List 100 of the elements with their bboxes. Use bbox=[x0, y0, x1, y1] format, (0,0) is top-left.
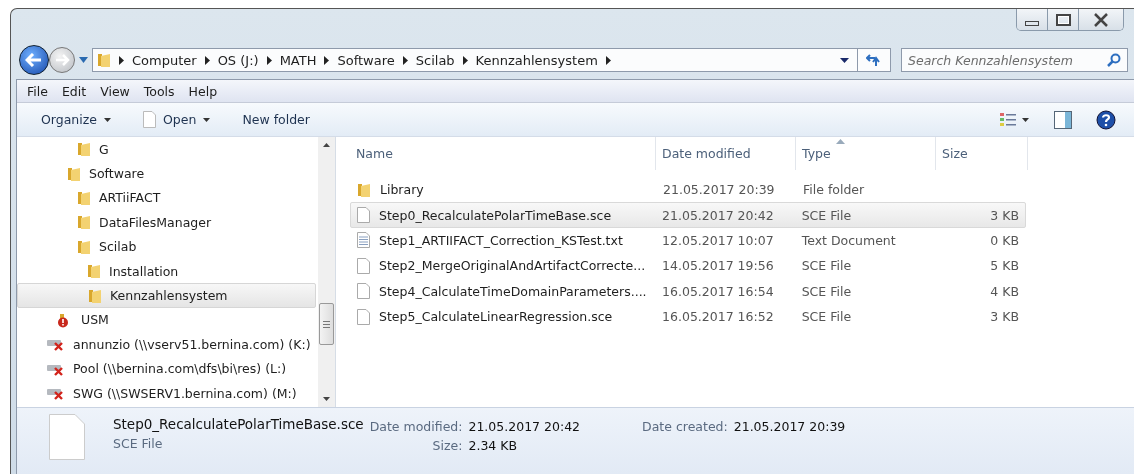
size-value: 2.34 KB bbox=[468, 438, 519, 453]
size-cell-text: 3 KB bbox=[989, 207, 1020, 223]
file-icon bbox=[357, 257, 370, 274]
tree-item[interactable]: Installation bbox=[17, 258, 316, 284]
file-row[interactable]: Step0_RecalculatePolarTimeBase.sce 21.05.2017 20:42 SCE File 3 KB bbox=[350, 202, 1026, 228]
folder-icon bbox=[97, 52, 111, 68]
date-cell-text: 21.05.2017 20:42 bbox=[661, 207, 775, 223]
new-folder-button[interactable]: New folder bbox=[232, 109, 320, 130]
tree-item[interactable]: Kennzahlensystem bbox=[17, 283, 316, 308]
folder-icon bbox=[77, 189, 91, 206]
file-name: Step1_ARTIIFACT_Correction_KSTest.txt bbox=[379, 232, 623, 248]
tree-item[interactable]: USM bbox=[17, 307, 316, 333]
file-type: SCE File bbox=[113, 436, 164, 451]
folder-icon bbox=[67, 165, 81, 182]
file-icon bbox=[357, 308, 370, 325]
date-created-value: 21.05.2017 20:39 bbox=[733, 419, 846, 434]
address-bar[interactable]: Computer OS (J:) MATH Software Scilab Kennzahlensystem bbox=[92, 48, 891, 72]
history-dropdown-icon[interactable] bbox=[79, 57, 88, 63]
tree-item[interactable]: Scilab bbox=[17, 234, 316, 259]
size-label: Size: bbox=[431, 438, 463, 453]
type-cell-text: SCE File bbox=[800, 283, 853, 299]
close-button[interactable] bbox=[1079, 9, 1123, 30]
file-row[interactable]: Step2_MergeOriginalAndArtifactCorrecte... 14.05.2017 19:56 SCE File 5 KB bbox=[350, 253, 1026, 279]
dropdown-icon[interactable] bbox=[840, 57, 849, 63]
file-icon bbox=[49, 414, 85, 460]
tree-item[interactable]: Pool (\\bernina.com\dfs\bi\res) (L:) bbox=[17, 356, 316, 381]
back-arrow-icon bbox=[25, 53, 43, 67]
file-row[interactable]: Step1_ARTIIFACT_Correction_KSTest.txt 12.05.2017 10:07 Text Document 0 KB bbox=[350, 227, 1026, 254]
date-cell-text: 16.05.2017 16:54 bbox=[661, 283, 775, 299]
date-cell-text: 12.05.2017 10:07 bbox=[661, 232, 775, 248]
date-modified-value: 21.05.2017 20:42 bbox=[468, 419, 581, 434]
breadcrumb-item[interactable]: Scilab bbox=[415, 52, 455, 68]
date-modified-label: Date modified: bbox=[369, 419, 463, 434]
tree-item[interactable]: G bbox=[17, 137, 316, 162]
column-header[interactable]: Size bbox=[936, 137, 1028, 170]
menu-item[interactable]: Tools bbox=[137, 83, 181, 99]
file-row[interactable]: Step4_CalculateTimeDomainParameters.... 16.05.2017 16:54 SCE File 4 KB bbox=[350, 278, 1026, 304]
forward-button[interactable] bbox=[49, 47, 75, 73]
file-row[interactable]: Library 21.05.2017 20:39 File folder bbox=[350, 177, 1026, 203]
folder-icon bbox=[357, 181, 371, 198]
chevron-icon[interactable] bbox=[324, 55, 330, 65]
file-name: Step2_MergeOriginalAndArtifactCorrecte... bbox=[379, 258, 646, 274]
chevron-icon[interactable] bbox=[266, 55, 272, 65]
tree-item[interactable]: DataFilesManager bbox=[17, 210, 316, 235]
menu-item[interactable]: Edit bbox=[55, 83, 93, 99]
date-cell-text: 14.05.2017 19:56 bbox=[661, 258, 775, 274]
chevron-icon[interactable] bbox=[605, 55, 611, 65]
caret-icon bbox=[203, 117, 211, 122]
tree-item[interactable]: annunzio (\\vserv51.bernina.com) (K:) bbox=[17, 332, 316, 357]
chevron-icon[interactable] bbox=[402, 55, 408, 65]
file-name: Step4_CalculateTimeDomainParameters.... bbox=[379, 283, 647, 299]
minimize-button[interactable] bbox=[1017, 9, 1048, 30]
folder-icon bbox=[77, 141, 91, 158]
tree-item[interactable]: ARTiiFACT bbox=[17, 185, 316, 211]
file-name: Step0_RecalculatePolarTimeBase.sce bbox=[379, 207, 612, 223]
tree-item[interactable]: Software bbox=[17, 161, 316, 186]
type-cell-text: Text Document bbox=[800, 232, 897, 248]
caret-icon bbox=[104, 117, 111, 122]
breadcrumb-item[interactable]: Software bbox=[337, 52, 395, 68]
open-button[interactable]: Open bbox=[133, 108, 221, 131]
search-field[interactable]: Search Kennzahlensystem bbox=[901, 48, 1128, 72]
folder-icon bbox=[77, 238, 91, 255]
file-row[interactable]: Step5_CalculateLinearRegression.sce 16.05.2017 16:52 SCE File 3 KB bbox=[350, 303, 1026, 330]
scroll-down-icon[interactable] bbox=[323, 397, 330, 401]
disconnected-drive-icon bbox=[47, 386, 65, 401]
size-cell-text: 4 KB bbox=[989, 283, 1020, 299]
back-button[interactable] bbox=[19, 45, 49, 75]
folder-icon bbox=[87, 263, 101, 280]
size-cell-text: 5 KB bbox=[989, 258, 1020, 274]
breadcrumb-item[interactable]: Kennzahlensystem bbox=[475, 52, 598, 68]
organize-button[interactable]: Organize bbox=[31, 109, 121, 130]
disconnected-drive-icon bbox=[47, 337, 65, 352]
date-cell-text: 16.05.2017 16:52 bbox=[661, 309, 775, 325]
menu-item[interactable]: Help bbox=[182, 83, 224, 99]
date-created-label: Date created: bbox=[642, 419, 728, 434]
scrollbar[interactable] bbox=[318, 137, 335, 407]
breadcrumb-item[interactable]: MATH bbox=[279, 52, 317, 68]
chevron-icon[interactable] bbox=[462, 55, 468, 65]
size-cell-text: 0 KB bbox=[989, 232, 1020, 248]
search-icon[interactable] bbox=[1107, 53, 1121, 67]
menu-item[interactable]: File bbox=[21, 83, 54, 99]
file-icon bbox=[357, 283, 370, 300]
size-cell-text: 3 KB bbox=[989, 309, 1020, 325]
column-header[interactable]: Name bbox=[350, 137, 656, 170]
tree-item[interactable]: SWG (\\SWSERV1.bernina.com) (M:) bbox=[17, 380, 316, 406]
text-file-icon bbox=[357, 232, 370, 249]
maximize-button[interactable] bbox=[1048, 9, 1079, 30]
type-cell-text: SCE File bbox=[800, 309, 853, 325]
breadcrumb-item[interactable]: OS (J:) bbox=[217, 52, 259, 68]
forward-arrow-icon bbox=[54, 54, 70, 66]
chevron-icon[interactable] bbox=[204, 55, 210, 65]
folder-icon bbox=[77, 214, 91, 231]
type-cell-text: SCE File bbox=[800, 258, 853, 274]
menu-item[interactable]: View bbox=[94, 83, 136, 99]
close-icon bbox=[1093, 12, 1109, 27]
chevron-icon[interactable] bbox=[119, 55, 124, 65]
column-header[interactable]: Date modified bbox=[656, 137, 796, 170]
scroll-up-icon[interactable] bbox=[323, 143, 330, 147]
breadcrumb-item[interactable]: Computer bbox=[132, 52, 197, 68]
date-cell-text: 21.05.2017 20:39 bbox=[662, 182, 776, 198]
